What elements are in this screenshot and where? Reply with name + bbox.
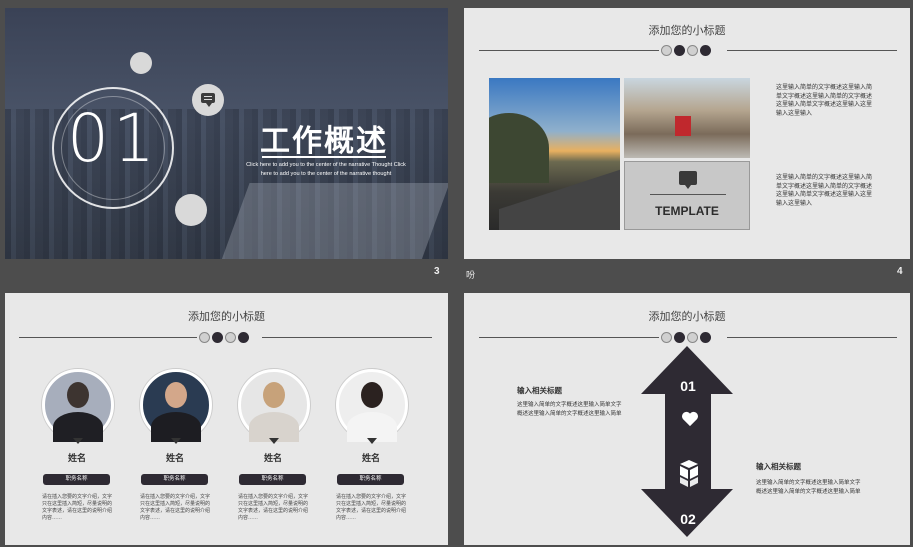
slide-team-thumbnail[interactable]: 添加您的小标题 姓名 姓名 姓名 姓名 职务名称 职务名称 职务名称 职务名称 … [5, 293, 448, 545]
page-dot [700, 332, 711, 343]
role-badge: 职务名称 [337, 474, 404, 485]
title-underline [262, 156, 386, 158]
avatar [238, 369, 310, 444]
role-badge: 职务名称 [141, 474, 208, 485]
road-highlight [220, 183, 448, 259]
template-divider [650, 194, 726, 195]
step-number-bottom: 02 [680, 511, 696, 527]
page-dot [212, 332, 223, 343]
slide-number: 4 [897, 266, 903, 277]
cubes-icon [680, 460, 698, 487]
person-description: 请在插入您要的文字介绍，文字只在这里插入简短，尽量说明的文字表述，请在这里的说明… [336, 494, 407, 521]
decor-circle-small [130, 52, 152, 74]
divider-right [727, 50, 897, 51]
heart-icon [682, 411, 698, 427]
page-dot [687, 332, 698, 343]
person-name: 姓名 [67, 453, 86, 463]
person-description: 请在插入您要的文字介绍，文字只在这里插入简短，尽量说明的文字表述，请在这里的说明… [140, 494, 211, 521]
right-heading: 输入相关标题 [756, 462, 801, 471]
divider-right [262, 337, 432, 338]
slide-subtitle: 添加您的小标题 [188, 311, 265, 323]
role-badge: 职务名称 [43, 474, 110, 485]
divider-left [479, 337, 659, 338]
section-description: Click here to add you to the center of t… [246, 162, 406, 177]
template-label: TEMPLATE [655, 204, 719, 218]
slide-4-thumbnail[interactable]: 添加您的小标题 TEMPLATE 这里输入简单的文字概述这里输入简单文字概述这里… [464, 8, 910, 259]
divider-left [19, 337, 197, 338]
left-text: 这里输入简单的文字概述这里输入简单文字概述这里输入简单的文字概述这里输入简单 [517, 402, 622, 417]
page-dot [661, 332, 672, 343]
page-dot [700, 45, 711, 56]
section-title: 工作概述 [260, 125, 388, 158]
slide-subtitle: 添加您的小标题 [648, 25, 726, 37]
page-dot [199, 332, 210, 343]
divider-left [479, 50, 659, 51]
template-box: TEMPLATE [624, 161, 750, 230]
paragraph-2: 这里输入简单的文字概述这里输入简单文字概述这里输入简单的文字概述这里输入简单文字… [776, 175, 873, 207]
slide-3-thumbnail[interactable]: 01 工作概述 Click here to add you to the cen… [5, 8, 448, 259]
slide-subtitle: 添加您的小标题 [648, 311, 726, 323]
avatar [336, 369, 408, 444]
person-name: 姓名 [263, 453, 282, 463]
page-dot [225, 332, 236, 343]
decor-circle-large [175, 194, 207, 226]
section-number: 01 [67, 100, 159, 177]
person-name: 姓名 [165, 453, 184, 463]
stray-label: 吩 [466, 270, 476, 280]
paragraph-1: 这里输入简单的文字概述这里输入简单文字概述这里输入简单的文字概述这里输入简单文字… [776, 85, 873, 117]
right-text: 这里输入简单的文字概述这里输入简单文字概述这里输入简单的文字概述这里输入简单 [756, 480, 861, 495]
page-dot [674, 332, 685, 343]
chat-icon [679, 171, 697, 189]
page-dot [661, 45, 672, 56]
photo-city-street [624, 78, 750, 158]
photo-mountain-road [489, 78, 620, 230]
person-description: 请在插入您要的文字介绍，文字只在这里插入简短，尽量说明的文字表述，请在这里的说明… [238, 494, 309, 521]
step-number-top: 01 [680, 378, 696, 394]
slide-arrows-thumbnail[interactable]: 添加您的小标题 01 02 输入相关标题 这里输入简单的文字概述这里输入简单文字… [464, 293, 910, 545]
avatar [140, 369, 212, 444]
slide-number: 3 [434, 266, 440, 277]
avatar [42, 369, 114, 444]
person-description: 请在插入您要的文字介绍，文字只在这里插入简短，尽量说明的文字表述，请在这里的说明… [42, 494, 113, 521]
chat-icon [192, 84, 224, 116]
divider-right [727, 337, 897, 338]
page-dot [238, 332, 249, 343]
role-badge: 职务名称 [239, 474, 306, 485]
person-name: 姓名 [361, 453, 380, 463]
page-dot [687, 45, 698, 56]
page-dot [674, 45, 685, 56]
left-heading: 输入相关标题 [517, 386, 562, 395]
